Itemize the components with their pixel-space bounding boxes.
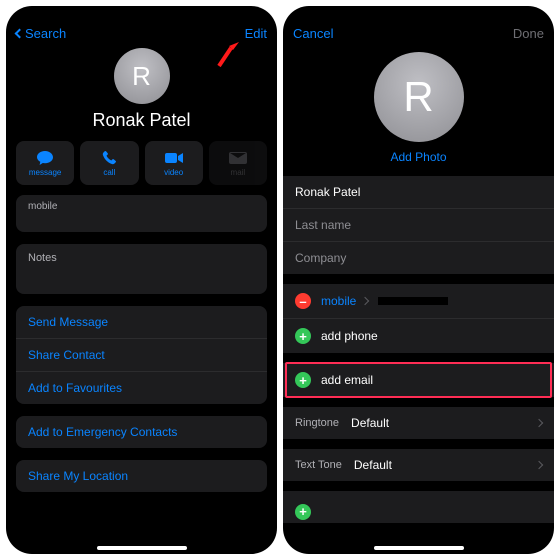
nav-bar: Search Edit — [6, 20, 277, 46]
chevron-right-icon — [535, 461, 543, 469]
phone-number[interactable] — [378, 297, 448, 305]
last-name-field[interactable]: Last name — [283, 208, 554, 241]
texttone-group: Text Tone Default — [283, 449, 554, 481]
texttone-row[interactable]: Text Tone Default — [283, 449, 554, 481]
phone-type-label: mobile — [28, 201, 255, 212]
phone-number — [28, 212, 255, 222]
done-button[interactable]: Done — [513, 26, 544, 41]
call-button[interactable]: call — [80, 141, 138, 185]
contact-view-screen: Search Edit R Ronak Patel message call v… — [6, 6, 277, 554]
add-icon: + — [295, 504, 311, 520]
partial-group: + — [283, 491, 554, 523]
ringtone-value: Default — [351, 416, 389, 430]
back-label: Search — [25, 26, 66, 41]
chevron-right-icon — [361, 297, 369, 305]
actions-group-3: Share My Location — [16, 460, 267, 492]
texttone-value: Default — [354, 458, 392, 472]
partial-row[interactable]: + — [283, 491, 554, 523]
add-icon: + — [295, 372, 311, 388]
add-phone-label: add phone — [321, 329, 378, 343]
phone-mobile-row: mobile — [16, 195, 267, 232]
company-field[interactable]: Company — [283, 241, 554, 274]
email-fields-group: + add email — [283, 363, 554, 397]
home-indicator[interactable] — [374, 546, 464, 550]
ringtone-label: Ringtone — [295, 417, 339, 429]
chevron-left-icon — [15, 28, 25, 38]
texttone-label: Text Tone — [295, 459, 342, 471]
first-name-field[interactable]: Ronak Patel — [283, 176, 554, 208]
mobile-phone-row[interactable]: – mobile — [283, 284, 554, 318]
video-label: video — [164, 168, 183, 177]
share-location-row[interactable]: Share My Location — [16, 460, 267, 492]
add-phone-row[interactable]: + add phone — [283, 318, 554, 353]
message-button[interactable]: message — [16, 141, 74, 185]
mail-label: mail — [231, 168, 246, 177]
avatar: R — [114, 48, 170, 104]
actions-group-2: Add to Emergency Contacts — [16, 416, 267, 448]
add-email-label: add email — [321, 373, 373, 387]
video-button[interactable]: video — [145, 141, 203, 185]
add-emergency-row[interactable]: Add to Emergency Contacts — [16, 416, 267, 448]
message-icon — [36, 149, 54, 167]
status-bar — [283, 6, 554, 20]
add-favourites-row[interactable]: Add to Favourites — [16, 371, 267, 404]
message-label: message — [29, 168, 61, 177]
notes-group[interactable]: Notes — [16, 244, 267, 294]
phone-type-label[interactable]: mobile — [321, 294, 356, 308]
name-fields-group: Ronak Patel Last name Company — [283, 176, 554, 274]
add-icon: + — [295, 328, 311, 344]
ringtone-group: Ringtone Default — [283, 407, 554, 439]
action-row: message call video mail — [6, 141, 277, 195]
nav-bar: Cancel Done — [283, 20, 554, 46]
share-contact-row[interactable]: Share Contact — [16, 338, 267, 371]
edit-button[interactable]: Edit — [245, 26, 267, 41]
add-photo-button[interactable]: Add Photo — [283, 150, 554, 164]
mail-button: mail — [209, 141, 267, 185]
add-email-row[interactable]: + add email — [283, 363, 554, 397]
ringtone-row[interactable]: Ringtone Default — [283, 407, 554, 439]
send-message-row[interactable]: Send Message — [16, 306, 267, 338]
avatar[interactable]: R — [374, 52, 464, 142]
remove-icon[interactable]: – — [295, 293, 311, 309]
status-bar — [6, 6, 277, 20]
video-icon — [165, 149, 183, 167]
phone-fields-group: – mobile + add phone — [283, 284, 554, 353]
actions-group-1: Send Message Share Contact Add to Favour… — [16, 306, 267, 404]
phone-group[interactable]: mobile — [16, 195, 267, 232]
home-indicator[interactable] — [97, 546, 187, 550]
contact-name: Ronak Patel — [6, 110, 277, 131]
chevron-right-icon — [535, 419, 543, 427]
mail-icon — [229, 149, 247, 167]
notes-label: Notes — [16, 244, 267, 294]
back-button[interactable]: Search — [16, 26, 66, 41]
contact-edit-screen: Cancel Done R Add Photo Ronak Patel Last… — [283, 6, 554, 554]
phone-icon — [101, 149, 117, 167]
cancel-button[interactable]: Cancel — [293, 26, 333, 41]
call-label: call — [103, 168, 115, 177]
